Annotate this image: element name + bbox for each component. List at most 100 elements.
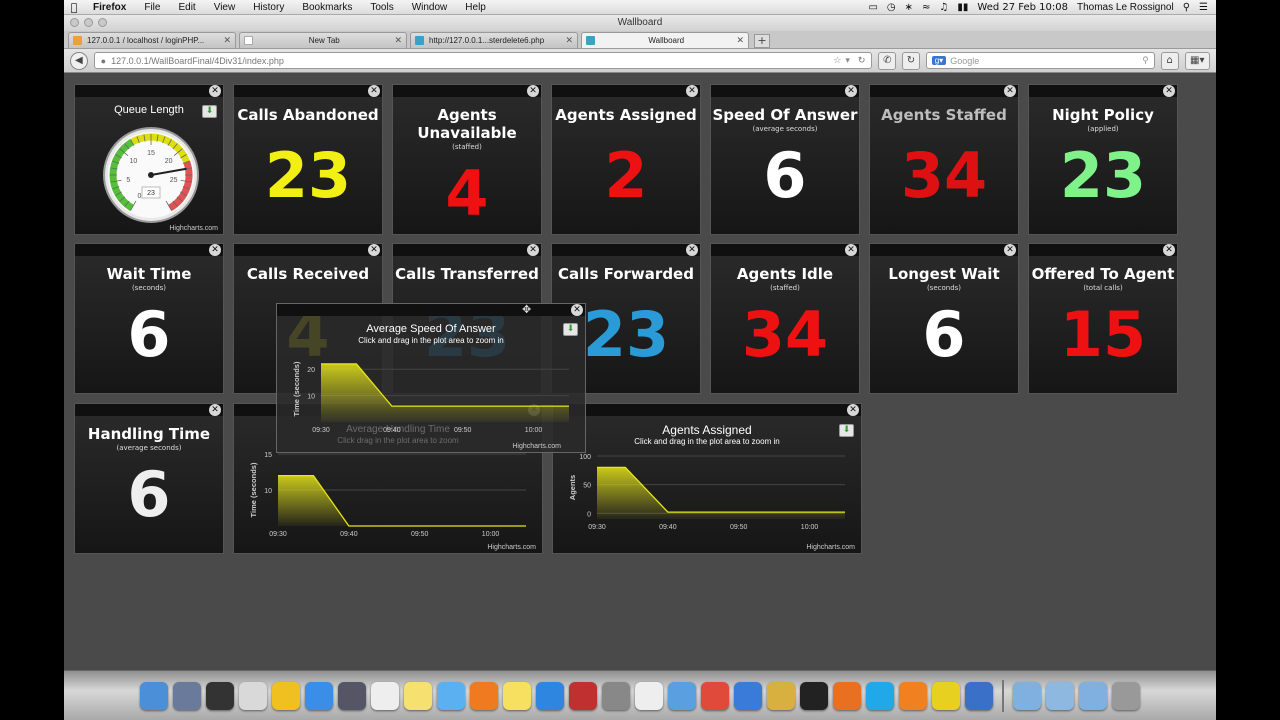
agents-assigned-chart[interactable]: 0 50 100 09:30 09:40 09:50 10:00 Agents — [553, 416, 862, 554]
dock-transmit-icon[interactable] — [767, 681, 795, 710]
menu-view[interactable]: View — [205, 2, 245, 13]
close-icon[interactable]: ✕ — [368, 85, 380, 97]
close-icon[interactable]: ✕ — [1004, 244, 1016, 256]
dock-applications-icon[interactable] — [1013, 681, 1041, 710]
spotlight-icon[interactable]: ⚲ — [1183, 2, 1190, 13]
close-tab-icon[interactable]: ✕ — [565, 35, 573, 46]
close-tab-icon[interactable]: ✕ — [736, 35, 744, 46]
dock-dashboard-icon[interactable] — [206, 681, 234, 710]
close-icon[interactable]: ✕ — [1163, 244, 1175, 256]
url-text[interactable]: 127.0.0.1/WallBoardFinal/4Div31/index.ph… — [111, 56, 833, 66]
close-tab-icon[interactable]: ✕ — [223, 35, 231, 46]
notification-icon[interactable]: ☰ — [1199, 2, 1208, 13]
dock-vlc-icon[interactable] — [899, 681, 927, 710]
wifi-icon[interactable]: ≈ — [922, 2, 930, 13]
widget-header[interactable] — [75, 85, 223, 97]
dragging-speed-of-answer-chart-widget[interactable]: ✥ ✕ Average Speed Of Answer Click and dr… — [276, 303, 586, 453]
dock-documents-icon[interactable] — [1046, 681, 1074, 710]
close-icon[interactable]: ✕ — [527, 85, 539, 97]
home-icon[interactable]: ⌂ — [1160, 51, 1179, 70]
dock-launchpad-icon[interactable] — [173, 681, 201, 710]
close-icon[interactable]: ✕ — [571, 304, 583, 316]
tile-longest-wait[interactable]: ✕ Longest Wait (seconds) 6 — [869, 243, 1019, 394]
widget-header[interactable] — [393, 85, 541, 97]
close-icon[interactable]: ✕ — [686, 244, 698, 256]
tile-agents-staffed[interactable]: ✕ Agents Staffed 34 — [869, 84, 1019, 235]
close-icon[interactable]: ✕ — [209, 244, 221, 256]
dock-notes-icon[interactable] — [404, 681, 432, 710]
google-search-engine-icon[interactable]: g▾ — [931, 56, 947, 65]
dock-photo-booth-icon[interactable] — [569, 681, 597, 710]
dock-downloads-icon[interactable] — [1079, 681, 1107, 710]
agents-assigned-chart-widget[interactable]: ✕ Agents Assigned Click and drag in the … — [552, 403, 862, 554]
dock-preview-icon[interactable] — [635, 681, 663, 710]
menu-tools[interactable]: Tools — [361, 2, 402, 13]
tile-night-policy[interactable]: ✕ Night Policy (applied) 23 — [1028, 84, 1178, 235]
phone-icon[interactable]: ✆ — [878, 51, 897, 70]
volume-icon[interactable]: ♫ — [939, 2, 948, 13]
tab-masterdelete[interactable]: http://127.0.0.1...sterdelete6.php ✕ — [410, 32, 578, 48]
menu-history[interactable]: History — [244, 2, 293, 13]
close-icon[interactable]: ✕ — [686, 85, 698, 97]
reload-icon[interactable]: ↻ — [858, 55, 866, 66]
dock-adium-icon[interactable] — [272, 681, 300, 710]
menu-app-firefox[interactable]: Firefox — [84, 2, 135, 13]
bluetooth-icon[interactable]: ∗ — [905, 2, 913, 13]
dock-itunes-icon[interactable] — [437, 681, 465, 710]
widget-header[interactable] — [234, 85, 382, 97]
close-icon[interactable]: ✕ — [368, 244, 380, 256]
close-icon[interactable]: ✕ — [1004, 85, 1016, 97]
search-bar[interactable]: g▾ Google ⚲ — [925, 52, 1155, 69]
close-tab-icon[interactable]: ✕ — [394, 35, 402, 46]
widget-header[interactable] — [75, 244, 223, 256]
close-icon[interactable]: ✕ — [209, 85, 221, 97]
highcharts-credits[interactable]: Highcharts.com — [169, 225, 218, 232]
menu-help[interactable]: Help — [456, 2, 495, 13]
back-button[interactable]: ◀ — [70, 51, 88, 70]
apple-icon[interactable]:  — [64, 1, 84, 14]
highcharts-credits[interactable]: Highcharts.com — [487, 544, 536, 551]
widget-header[interactable] — [711, 85, 859, 97]
widget-header[interactable] — [1029, 244, 1177, 256]
widget-header[interactable] — [1029, 85, 1177, 97]
dock-chrome-icon[interactable] — [701, 681, 729, 710]
menu-clock[interactable]: Wed 27 Feb 10:08 — [977, 2, 1068, 13]
close-icon[interactable]: ✕ — [847, 404, 859, 416]
dock-system-preferences-icon[interactable] — [602, 681, 630, 710]
search-input[interactable]: Google — [950, 56, 1142, 66]
dock-mail-icon[interactable] — [668, 681, 696, 710]
widget-header[interactable] — [277, 304, 585, 316]
zoom-window-button[interactable] — [98, 18, 107, 27]
menu-file[interactable]: File — [135, 2, 169, 13]
menu-icon[interactable]: ▦▾ — [1184, 51, 1210, 70]
close-icon[interactable]: ✕ — [527, 244, 539, 256]
close-icon[interactable]: ✕ — [845, 244, 857, 256]
search-icon[interactable]: ⚲ — [1142, 55, 1149, 66]
widget-header[interactable] — [75, 404, 223, 416]
tile-agents-assigned[interactable]: ✕ Agents Assigned 2 — [551, 84, 701, 235]
dock-stickies-icon[interactable] — [503, 681, 531, 710]
tile-agents-idle[interactable]: ✕ Agents Idle (staffed) 34 — [710, 243, 860, 394]
dock-facetime-icon[interactable] — [338, 681, 366, 710]
widget-header[interactable] — [234, 244, 382, 256]
dock-safari-icon[interactable] — [305, 681, 333, 710]
dock-xcode-icon[interactable] — [734, 681, 762, 710]
close-icon[interactable]: ✕ — [845, 85, 857, 97]
menu-bookmarks[interactable]: Bookmarks — [293, 2, 361, 13]
widget-header[interactable] — [552, 244, 700, 256]
close-window-button[interactable] — [70, 18, 79, 27]
highcharts-credits[interactable]: Highcharts.com — [806, 544, 855, 551]
dock-finder-icon[interactable] — [140, 681, 168, 710]
refresh-button[interactable]: ↻ — [902, 51, 920, 70]
widget-header[interactable] — [870, 244, 1018, 256]
move-icon[interactable]: ✥ — [522, 304, 531, 316]
download-icon[interactable]: ⬇ — [202, 105, 217, 118]
widget-header[interactable] — [393, 244, 541, 256]
dock-skype-icon[interactable] — [866, 681, 894, 710]
tile-agents-unavailable[interactable]: ✕ Agents Unavailable (staffed) 4 — [392, 84, 542, 235]
new-tab-button[interactable]: + — [754, 34, 770, 48]
dock-app-store-icon[interactable] — [536, 681, 564, 710]
queue-length-widget[interactable]: ✕ Queue Length ⬇ 0 5 10 15 20 25 23 Highcharts… — [74, 84, 224, 235]
dock-xampp-icon[interactable] — [470, 681, 498, 710]
dock-trash-icon[interactable] — [1112, 681, 1140, 710]
